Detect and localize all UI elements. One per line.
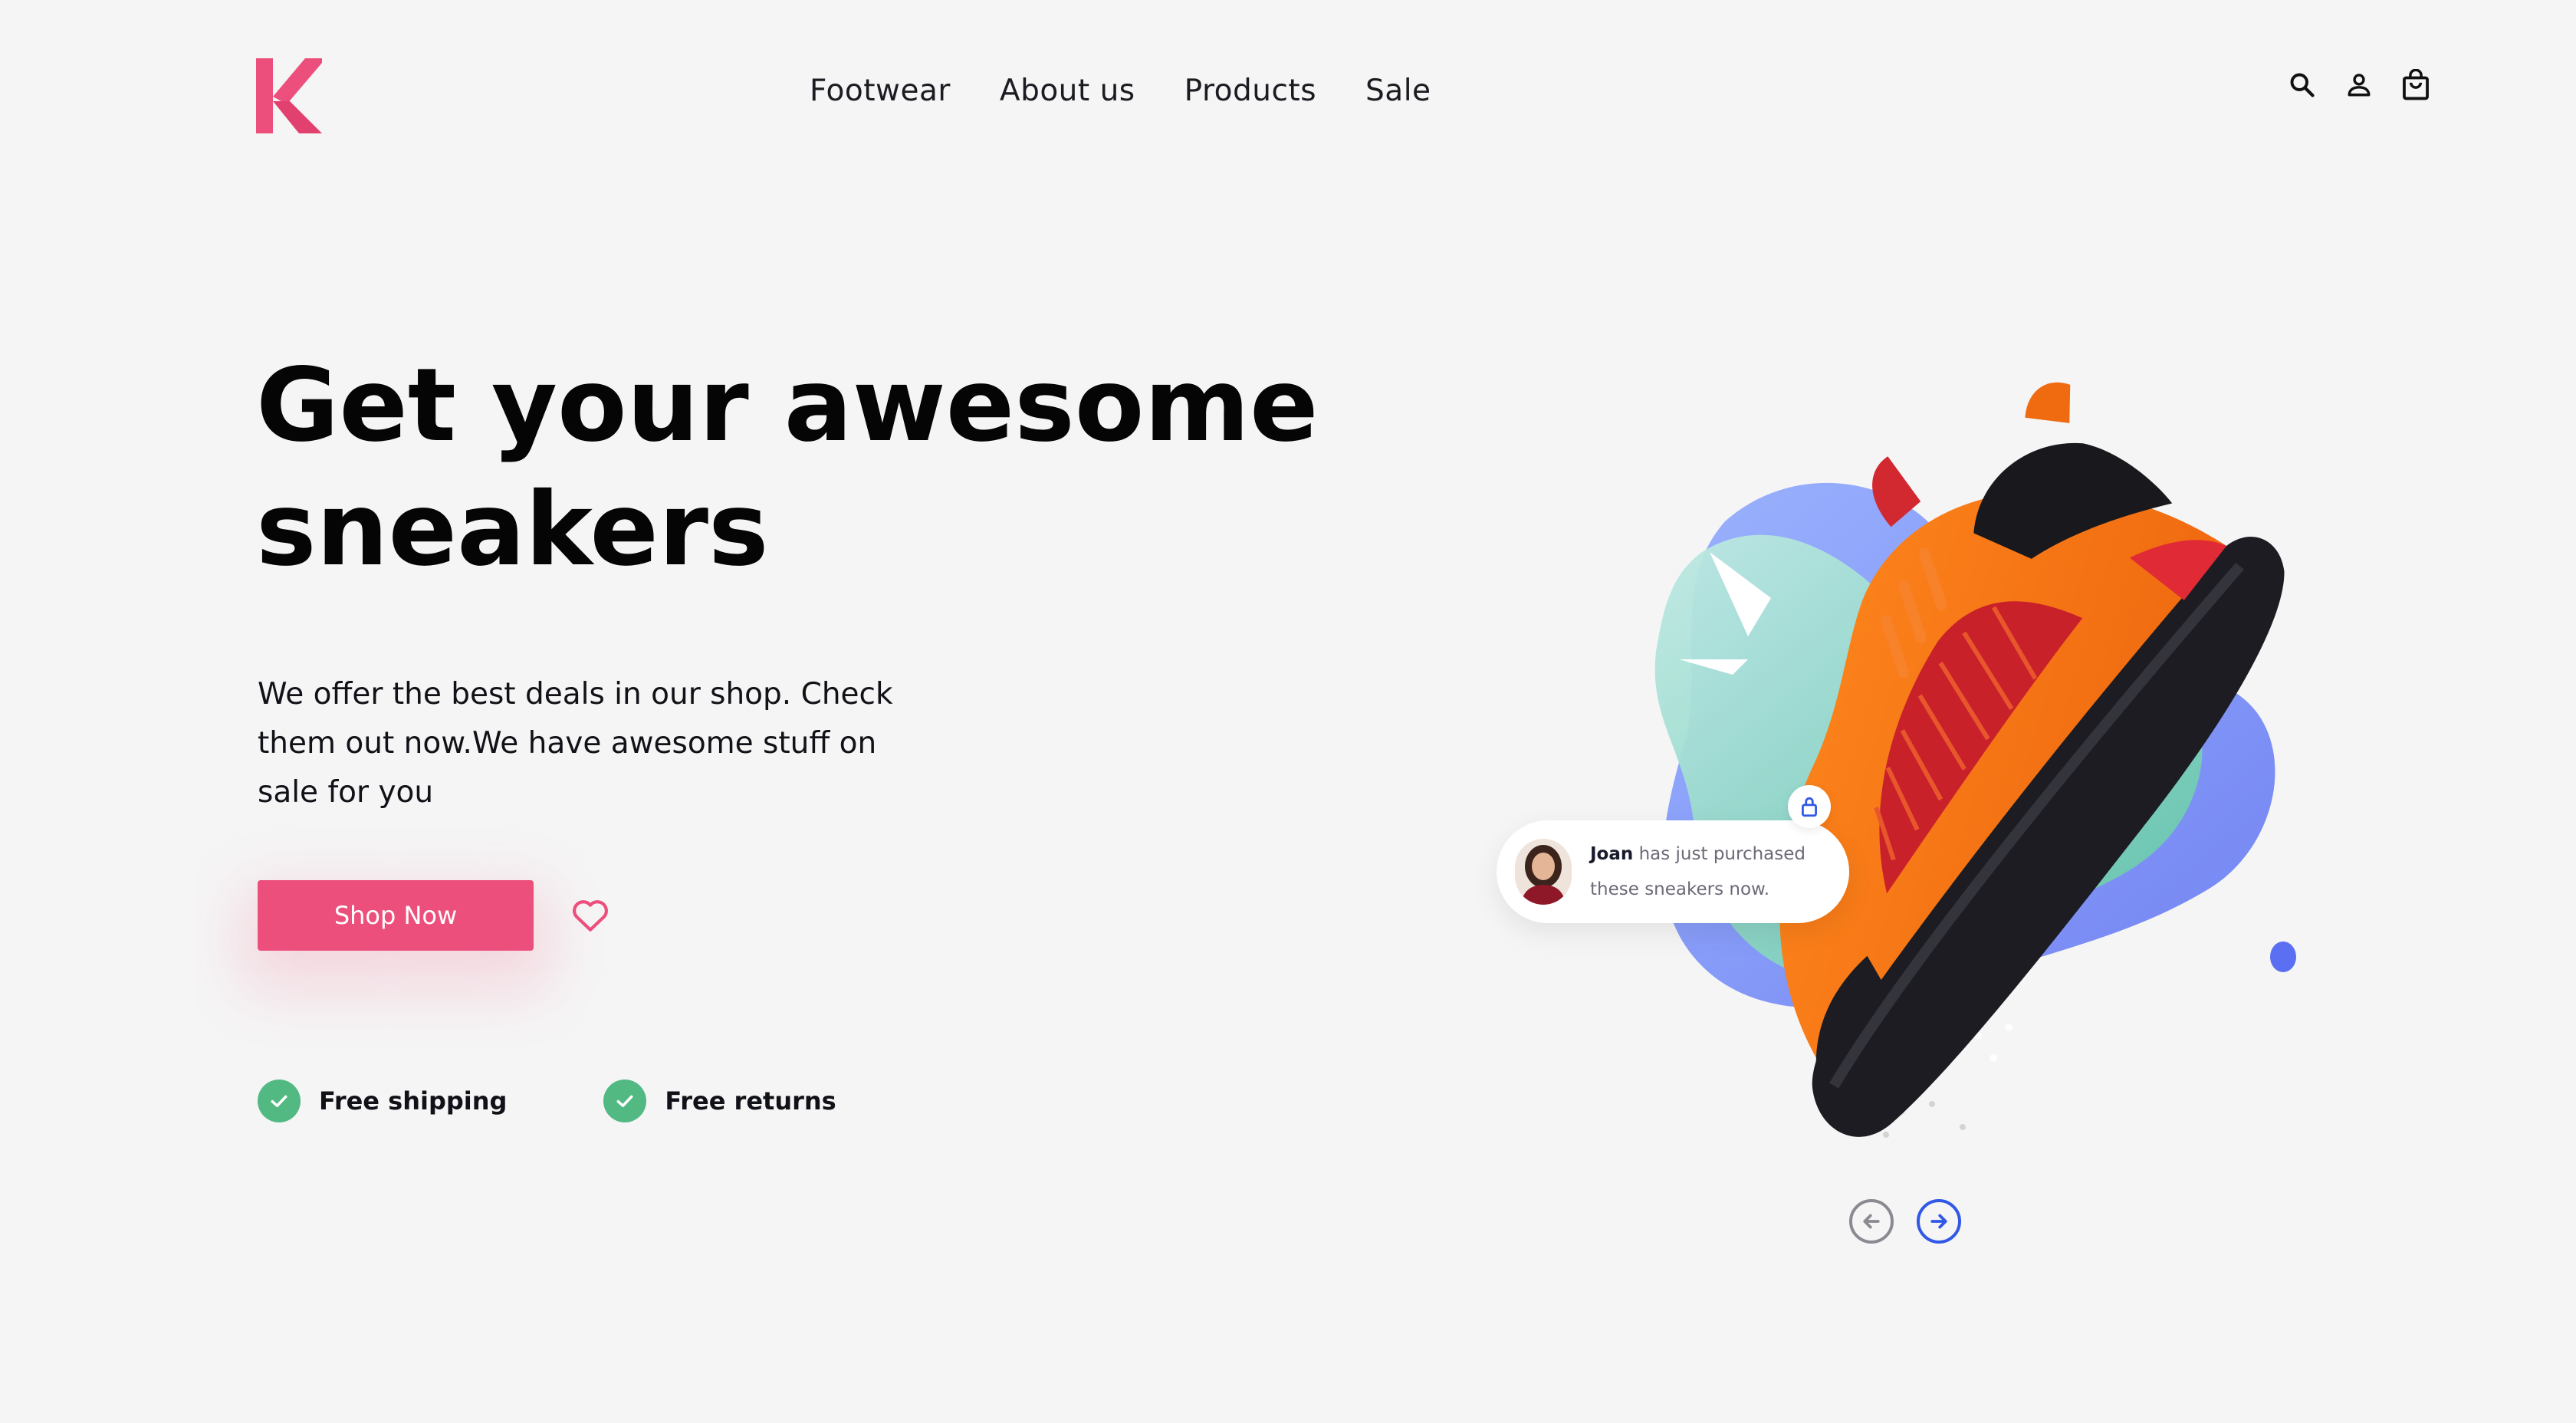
feature-label: Free returns: [665, 1086, 836, 1116]
nav-sale[interactable]: Sale: [1365, 74, 1431, 108]
feature-free-returns: Free returns: [603, 1080, 836, 1122]
nav-about-us[interactable]: About us: [1000, 74, 1135, 108]
nav-footwear[interactable]: Footwear: [810, 74, 951, 108]
shopping-bag-icon: [2403, 69, 2429, 100]
slider-controls: [1849, 1199, 1961, 1244]
notification-text: Joan has just purchased these sneakers n…: [1590, 836, 1835, 907]
lock-badge: [1788, 785, 1831, 828]
feature-free-shipping: Free shipping: [258, 1080, 507, 1122]
slider-next-button[interactable]: [1917, 1199, 1961, 1244]
purchase-notification: Joan has just purchased these sneakers n…: [1497, 820, 1849, 923]
feature-label: Free shipping: [319, 1086, 508, 1116]
user-icon: [2348, 74, 2371, 97]
header-actions: [2288, 67, 2430, 103]
arrow-right-icon: [1930, 1214, 1947, 1229]
landing-page: Footwear About us Products Sale Get your…: [0, 0, 2576, 1423]
account-button[interactable]: [2344, 67, 2374, 103]
avatar: [1515, 839, 1572, 905]
hero-title-line-1: Get your awesome: [256, 347, 1319, 465]
check-icon: [603, 1080, 647, 1122]
shop-now-button[interactable]: Shop Now: [258, 880, 534, 951]
main-nav: Footwear About us Products Sale: [810, 74, 1431, 108]
hero-description: We offer the best deals in our shop. Che…: [258, 677, 893, 810]
k-logo-icon[interactable]: [256, 58, 322, 133]
nav-products[interactable]: Products: [1184, 74, 1316, 108]
slider-prev-button[interactable]: [1849, 1199, 1894, 1244]
search-icon: [2290, 73, 2315, 97]
check-icon: [258, 1080, 301, 1122]
wishlist-button[interactable]: [569, 894, 612, 937]
hero-title: Get your awesome sneakers: [256, 343, 1406, 592]
lock-icon: [1802, 797, 1817, 817]
heart-icon: [573, 900, 608, 932]
search-button[interactable]: [2288, 67, 2317, 103]
notification-name: Joan: [1590, 844, 1634, 864]
hero-title-line-2: sneakers: [256, 471, 769, 589]
cta-row: Shop Now: [258, 880, 612, 951]
cart-button[interactable]: [2401, 67, 2430, 103]
sneaker-product-image: [1654, 382, 2296, 1138]
features-list: Free shipping Free returns: [258, 1080, 836, 1122]
arrow-left-icon: [1863, 1214, 1880, 1229]
